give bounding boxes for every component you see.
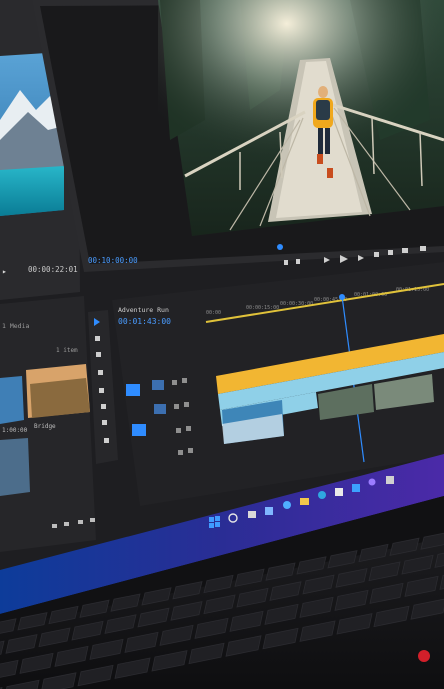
- sequence-timecode: 00:01:43:00: [118, 317, 171, 326]
- source-timecode-left: ▸: [2, 267, 7, 276]
- hand-icon[interactable]: [102, 420, 107, 425]
- task-view-icon[interactable]: [248, 511, 256, 518]
- mail-icon[interactable]: [335, 488, 343, 496]
- track-select-icon[interactable]: [95, 336, 100, 341]
- playhead-handle[interactable]: [339, 294, 345, 300]
- insert-icon[interactable]: [374, 252, 379, 257]
- track-target-a1[interactable]: [132, 424, 146, 436]
- thumbnail-river[interactable]: [0, 438, 30, 496]
- export-frame-icon[interactable]: [402, 248, 408, 253]
- edge-icon[interactable]: [283, 501, 291, 509]
- settings-icon[interactable]: [420, 246, 426, 251]
- new-item-icon[interactable]: [90, 518, 95, 522]
- project-label-2: 1 item: [56, 347, 78, 354]
- mark-in-icon[interactable]: [284, 260, 288, 265]
- icon-view-icon[interactable]: [64, 522, 69, 526]
- premiere-icon[interactable]: [352, 484, 360, 492]
- new-bin-icon[interactable]: [78, 520, 83, 524]
- thumb-caption-1: 1:00:00: [2, 427, 28, 434]
- solo-icon[interactable]: [188, 448, 193, 453]
- razor-icon[interactable]: [98, 370, 103, 375]
- mute-icon[interactable]: [176, 428, 181, 433]
- app-icon[interactable]: [368, 478, 376, 486]
- type-icon[interactable]: [104, 438, 109, 443]
- source-timecode: 00:00:22:01: [28, 265, 78, 274]
- mute-icon[interactable]: [178, 450, 183, 455]
- project-label-1: 1 Media: [2, 322, 29, 330]
- overwrite-icon[interactable]: [388, 250, 393, 255]
- app-icon[interactable]: [386, 476, 394, 484]
- slip-icon[interactable]: [99, 388, 104, 393]
- program-video-frame: [158, 0, 444, 236]
- trackpoint[interactable]: [418, 650, 430, 662]
- file-explorer-icon[interactable]: [300, 498, 309, 505]
- thumb-caption-2: Bridge: [34, 423, 56, 430]
- store-icon[interactable]: [318, 491, 326, 499]
- ruler-label: 00:00:15:00: [246, 305, 279, 311]
- scene-svg: ▸ 00:00:22:01 00:10:00:00 1 Media 1 item…: [0, 0, 444, 689]
- eye-icon[interactable]: [172, 380, 177, 385]
- solo-icon[interactable]: [186, 426, 191, 431]
- lock-icon[interactable]: [184, 402, 189, 407]
- eye-icon[interactable]: [174, 404, 179, 409]
- mark-out-icon[interactable]: [296, 259, 300, 264]
- playhead-marker[interactable]: [277, 244, 283, 250]
- sequence-tab[interactable]: Adventure Run: [118, 306, 169, 314]
- laptop-photo: ▸ 00:00:22:01 00:10:00:00 1 Media 1 item…: [0, 0, 444, 689]
- list-view-icon[interactable]: [52, 524, 57, 528]
- lock-icon[interactable]: [182, 378, 187, 383]
- track-toggle-icon[interactable]: [154, 404, 166, 414]
- track-sync-lock-icon[interactable]: [152, 380, 164, 390]
- program-timecode: 00:10:00:00: [88, 256, 138, 265]
- pen-icon[interactable]: [101, 404, 106, 409]
- thumbnail-lake[interactable]: [0, 376, 24, 424]
- ruler-label: 00:00: [206, 310, 221, 316]
- track-target-v1[interactable]: [126, 384, 140, 396]
- ripple-edit-icon[interactable]: [96, 352, 101, 357]
- widgets-icon[interactable]: [265, 507, 273, 515]
